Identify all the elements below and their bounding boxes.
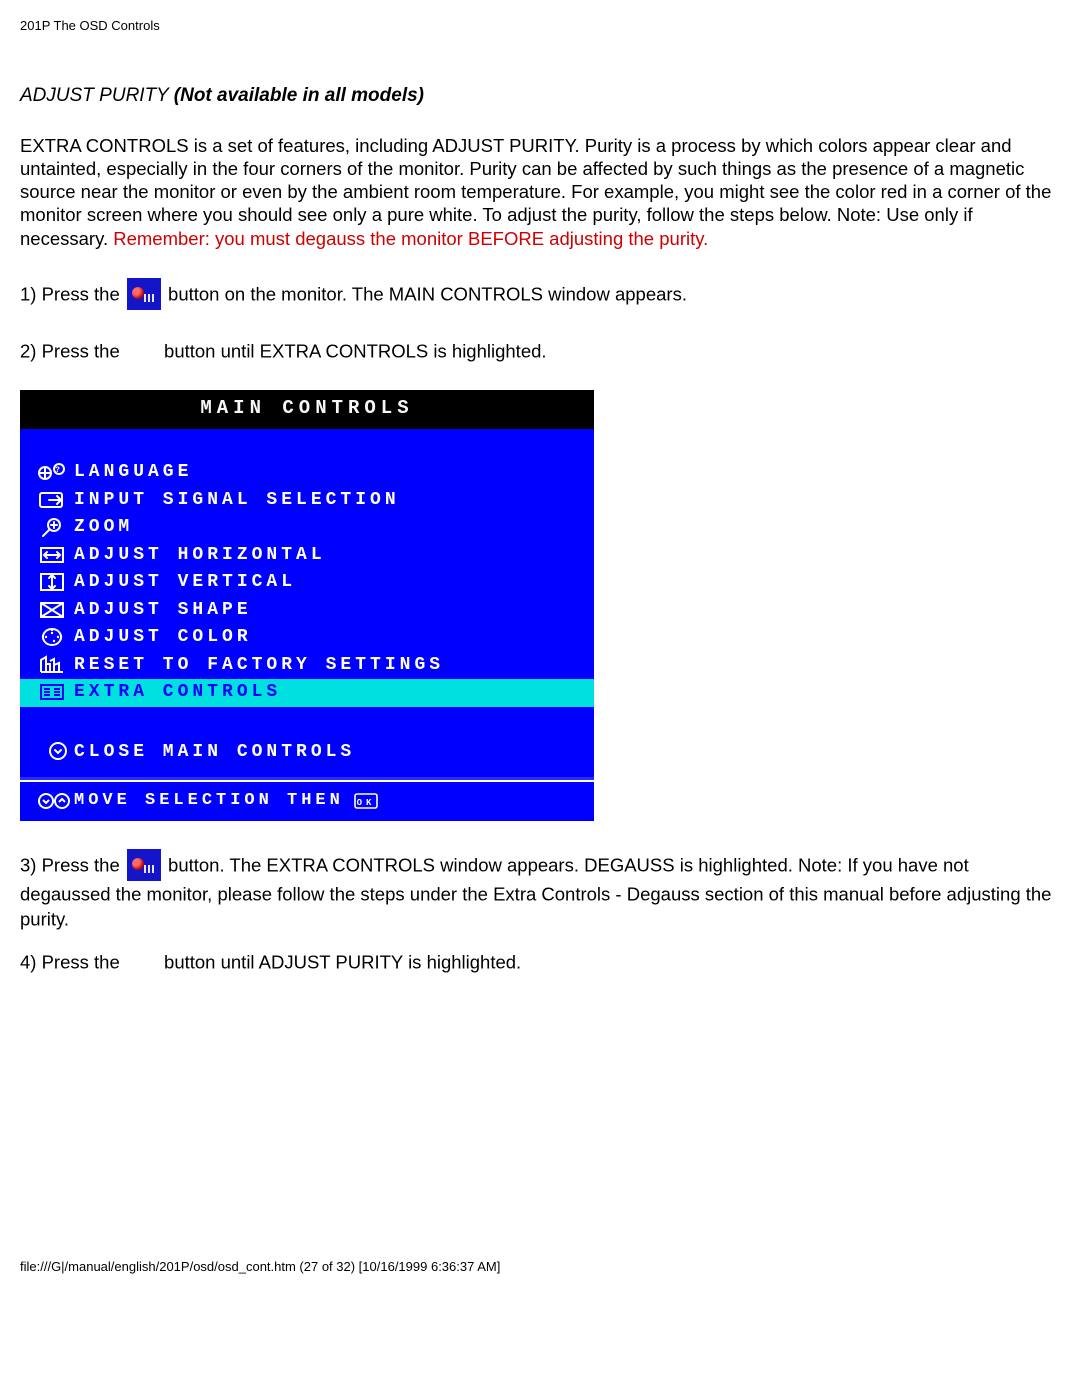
language-icon: ? (20, 461, 74, 483)
step-1-lead: 1) Press the (20, 283, 125, 304)
adjust-vertical-icon (20, 571, 74, 593)
osd-item-adjust-color: ADJUST COLOR (20, 624, 594, 652)
adjust-color-icon (20, 626, 74, 648)
adjust-horizontal-icon (20, 544, 74, 566)
svg-text:OK: OK (356, 798, 375, 808)
osd-item-label: ADJUST COLOR (74, 626, 252, 649)
adjust-shape-icon (20, 599, 74, 621)
osd-item-reset-factory: RESET TO FACTORY SETTINGS (20, 652, 594, 680)
step-3: 3) Press the button. The EXTRA CONTROLS … (20, 849, 1060, 930)
step-4: 4) Press the button until ADJUST PURITY … (20, 949, 1060, 974)
osd-item-label: LANGUAGE (74, 461, 192, 484)
reset-factory-icon (20, 654, 74, 676)
section-heading-note: (Not available in all models) (174, 85, 424, 106)
osd-close-row: CLOSE MAIN CONTROLS (20, 737, 594, 768)
page-header: 201P The OSD Controls (20, 18, 1060, 34)
zoom-icon (20, 516, 74, 538)
osd-item-label: ADJUST VERTICAL (74, 571, 296, 594)
osd-footer: MOVE SELECTION THEN OK (20, 782, 594, 821)
intro-warning: Remember: you must degauss the monitor B… (113, 228, 708, 249)
close-icon (20, 741, 74, 763)
osd-body: ? LANGUAGE INPUT SIGNAL SELECTION ZOOM A… (20, 429, 594, 777)
step-4-tail: button until ADJUST PURITY is highlighte… (164, 951, 521, 972)
osd-item-label: ADJUST HORIZONTAL (74, 544, 326, 567)
osd-footer-label: MOVE SELECTION THEN (74, 790, 344, 811)
intro-paragraph: EXTRA CONTROLS is a set of features, inc… (20, 134, 1060, 250)
step-2-tail: button until EXTRA CONTROLS is highlight… (164, 340, 547, 361)
osd-item-adjust-shape: ADJUST SHAPE (20, 597, 594, 625)
page-footer: file:///G|/manual/english/201P/osd/osd_c… (20, 1259, 1060, 1275)
osd-item-label: EXTRA CONTROLS (74, 681, 281, 704)
osd-item-extra-controls: EXTRA CONTROLS (20, 679, 594, 707)
svg-text:?: ? (55, 466, 63, 475)
section-heading: ADJUST PURITY (Not available in all mode… (20, 84, 1060, 108)
monitor-button-icon (127, 278, 161, 310)
step-1: 1) Press the button on the monitor. The … (20, 278, 1060, 310)
osd-item-input-signal: INPUT SIGNAL SELECTION (20, 487, 594, 515)
osd-item-label: INPUT SIGNAL SELECTION (74, 489, 400, 512)
osd-screenshot: MAIN CONTROLS ? LANGUAGE INPUT SIGNAL SE… (20, 390, 594, 821)
step-4-lead: 4) Press the (20, 951, 125, 972)
osd-item-language: ? LANGUAGE (20, 459, 594, 487)
step-2: 2) Press the button until EXTRA CONTROLS… (20, 338, 1060, 363)
move-selection-icon (20, 791, 74, 811)
osd-item-adjust-vertical: ADJUST VERTICAL (20, 569, 594, 597)
section-heading-lead: ADJUST PURITY (20, 85, 174, 106)
step-2-lead: 2) Press the (20, 340, 125, 361)
osd-item-label: ADJUST SHAPE (74, 599, 252, 622)
input-signal-icon (20, 489, 74, 511)
extra-controls-icon (20, 681, 74, 703)
osd-item-label: RESET TO FACTORY SETTINGS (74, 654, 444, 677)
osd-close-label: CLOSE MAIN CONTROLS (74, 741, 355, 764)
osd-item-adjust-horizontal: ADJUST HORIZONTAL (20, 542, 594, 570)
step-1-tail: button on the monitor. The MAIN CONTROLS… (168, 283, 687, 304)
osd-item-zoom: ZOOM (20, 514, 594, 542)
step-3-tail: button. The EXTRA CONTROLS window appear… (20, 855, 1051, 930)
monitor-button-icon (127, 849, 161, 881)
osd-title: MAIN CONTROLS (20, 390, 594, 429)
step-3-lead: 3) Press the (20, 855, 125, 876)
ok-icon: OK (354, 793, 378, 809)
osd-item-label: ZOOM (74, 516, 133, 539)
